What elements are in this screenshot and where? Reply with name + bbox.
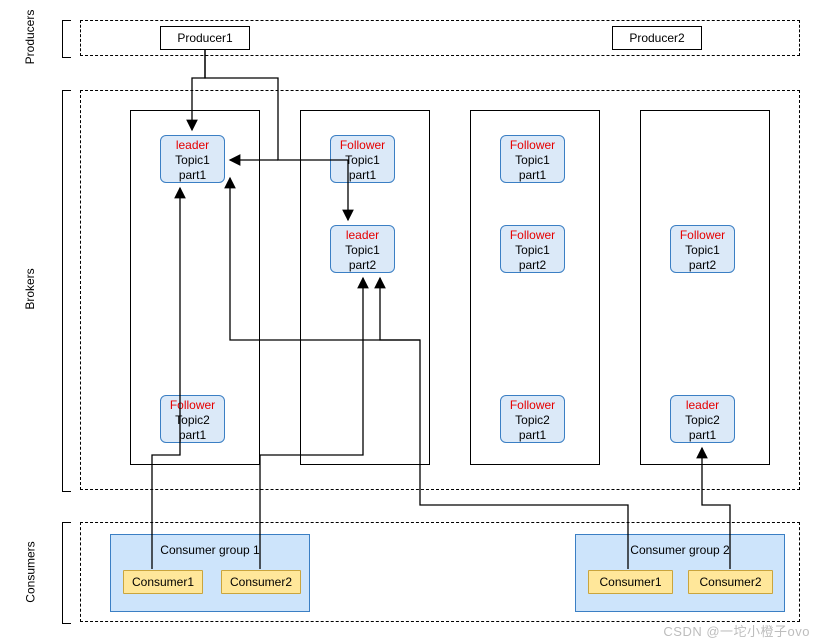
cg2-consumer1-label: Consumer1 xyxy=(599,575,661,589)
role-label: Follower xyxy=(671,228,734,243)
cg1-consumer2-label: Consumer2 xyxy=(230,575,292,589)
b3-t1p2-follower: Follower Topic1 part2 xyxy=(500,225,565,273)
role-label: leader xyxy=(331,228,394,243)
cg2-consumer2-label: Consumer2 xyxy=(699,575,761,589)
topic-label: Topic2 xyxy=(501,413,564,428)
role-label: Follower xyxy=(501,138,564,153)
b2-t1p2-leader: leader Topic1 part2 xyxy=(330,225,395,273)
b4-t1p2-follower: Follower Topic1 part2 xyxy=(670,225,735,273)
part-label: part2 xyxy=(331,258,394,273)
part-label: part1 xyxy=(501,428,564,443)
role-label: leader xyxy=(671,398,734,413)
part-label: part1 xyxy=(331,168,394,183)
cg1-title: Consumer group 1 xyxy=(111,543,309,557)
producers-label: Producers xyxy=(23,2,37,72)
b1-t1p1-leader: leader Topic1 part1 xyxy=(160,135,225,183)
cg2-consumer2: Consumer2 xyxy=(688,570,773,594)
b3-t1p1-follower: Follower Topic1 part1 xyxy=(500,135,565,183)
topic-label: Topic1 xyxy=(501,153,564,168)
consumer-group-1: Consumer group 1 Consumer1 Consumer2 xyxy=(110,534,310,612)
topic-label: Topic1 xyxy=(501,243,564,258)
role-label: leader xyxy=(161,138,224,153)
consumer-group-2: Consumer group 2 Consumer1 Consumer2 xyxy=(575,534,785,612)
topic-label: Topic1 xyxy=(671,243,734,258)
topic-label: Topic2 xyxy=(671,413,734,428)
part-label: part1 xyxy=(501,168,564,183)
part-label: part1 xyxy=(161,428,224,443)
role-label: Follower xyxy=(501,228,564,243)
part-label: part2 xyxy=(671,258,734,273)
topic-label: Topic1 xyxy=(161,153,224,168)
topic-label: Topic2 xyxy=(161,413,224,428)
role-label: Follower xyxy=(161,398,224,413)
producer2-label: Producer2 xyxy=(629,31,684,45)
watermark: CSDN @一坨小橙子ovo xyxy=(663,621,810,640)
producer1-box: Producer1 xyxy=(160,26,250,50)
producer1-label: Producer1 xyxy=(177,31,232,45)
cg1-consumer1: Consumer1 xyxy=(123,570,203,594)
part-label: part2 xyxy=(501,258,564,273)
part-label: part1 xyxy=(161,168,224,183)
cg1-consumer2: Consumer2 xyxy=(221,570,301,594)
consumers-label: Consumers xyxy=(24,535,38,610)
b4-t2p1-leader: leader Topic2 part1 xyxy=(670,395,735,443)
b3-t2p1-follower: Follower Topic2 part1 xyxy=(500,395,565,443)
topic-label: Topic1 xyxy=(331,153,394,168)
cg1-consumer1-label: Consumer1 xyxy=(132,575,194,589)
b2-t1p1-follower: Follower Topic1 part1 xyxy=(330,135,395,183)
part-label: part1 xyxy=(671,428,734,443)
cg2-consumer1: Consumer1 xyxy=(588,570,673,594)
brokers-label: Brokers xyxy=(23,259,37,319)
topic-label: Topic1 xyxy=(331,243,394,258)
role-label: Follower xyxy=(501,398,564,413)
b1-t2p1-follower: Follower Topic2 part1 xyxy=(160,395,225,443)
role-label: Follower xyxy=(331,138,394,153)
producer2-box: Producer2 xyxy=(612,26,702,50)
cg2-title: Consumer group 2 xyxy=(576,543,784,557)
